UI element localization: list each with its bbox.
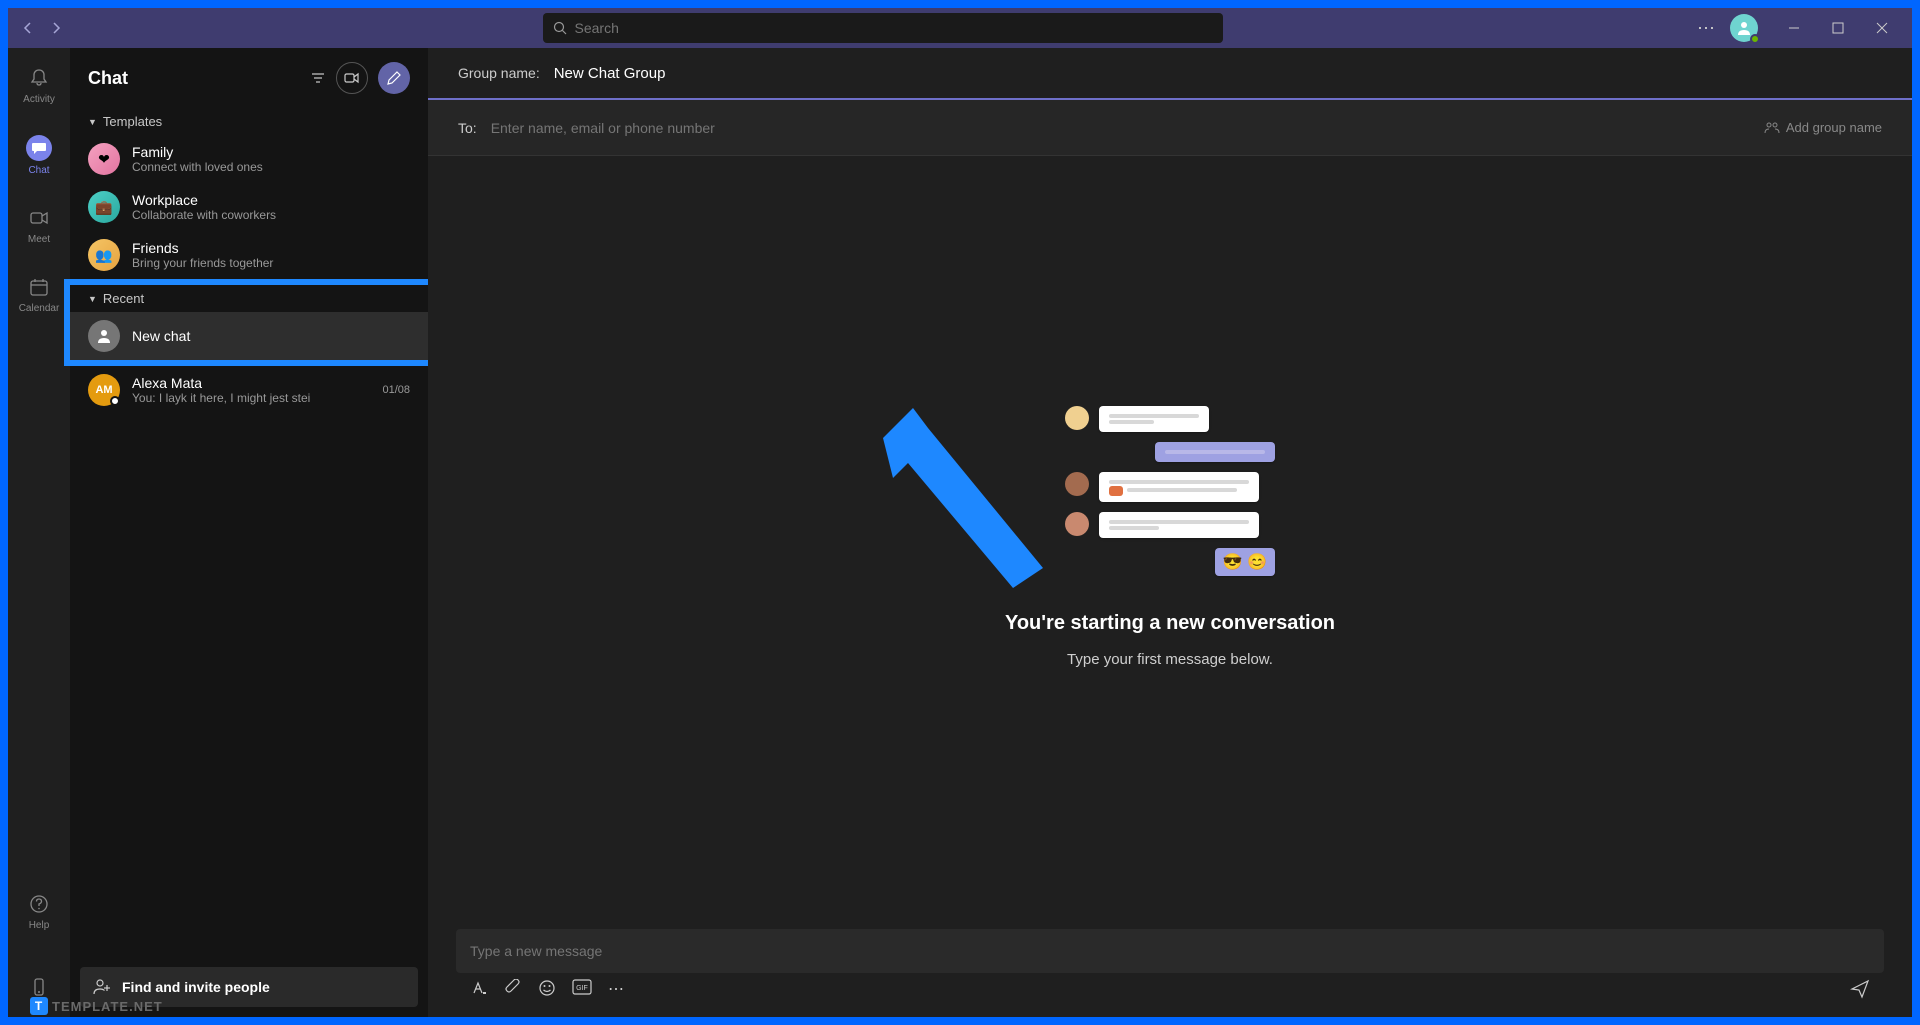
attach-button[interactable] [504, 979, 522, 999]
search-icon [553, 21, 567, 35]
help-icon [27, 892, 51, 916]
chat-item-title: Alexa Mata [132, 375, 370, 391]
rail-meet[interactable]: Meet [8, 202, 70, 249]
group-name-row: Group name: [428, 48, 1912, 100]
friends-icon: 👥 [88, 239, 120, 271]
search-input[interactable] [575, 20, 1213, 36]
group-name-input[interactable] [554, 65, 1882, 82]
chat-list-panel: Chat ▼ Templates ❤ [70, 48, 428, 1017]
group-name-label: Group name: [458, 65, 540, 81]
message-input[interactable] [470, 943, 1870, 959]
titlebar: ⋯ [8, 8, 1912, 48]
find-invite-label: Find and invite people [122, 979, 270, 995]
empty-state-title: You're starting a new conversation [1005, 612, 1335, 635]
chat-item-title: New chat [132, 328, 410, 344]
family-icon: ❤ [88, 143, 120, 175]
conversation-illustration: 😎 😊 [1065, 406, 1275, 576]
app-rail: Activity Chat Meet Calendar [8, 48, 70, 1017]
nav-arrows [16, 16, 68, 40]
to-row: To: Add group name [428, 100, 1912, 156]
watermark-text: TEMPLATE.NET [52, 999, 163, 1014]
template-item-workplace[interactable]: 💼 Workplace Collaborate with coworkers [70, 183, 428, 231]
rail-chat[interactable]: Chat [8, 131, 70, 180]
rail-activity[interactable]: Activity [8, 62, 70, 109]
compose-box[interactable] [456, 929, 1884, 973]
template-desc: Connect with loved ones [132, 160, 410, 174]
add-group-name-label: Add group name [1786, 120, 1882, 135]
chat-icon [26, 135, 52, 161]
recent-section-label: Recent [103, 291, 144, 306]
workplace-icon: 💼 [88, 191, 120, 223]
recent-item-new-chat[interactable]: New chat [70, 312, 428, 360]
video-icon [27, 206, 51, 230]
rail-meet-label: Meet [28, 234, 50, 245]
emoji-button[interactable] [538, 979, 556, 999]
minimize-button[interactable] [1772, 9, 1816, 47]
template-item-family[interactable]: ❤ Family Connect with loved ones [70, 135, 428, 183]
forward-button[interactable] [44, 16, 68, 40]
search-box[interactable] [543, 13, 1223, 43]
watermark: T TEMPLATE.NET [30, 997, 163, 1015]
template-desc: Bring your friends together [132, 256, 410, 270]
template-icon: T [30, 997, 48, 1015]
send-button[interactable] [1850, 979, 1870, 999]
rail-help-label: Help [29, 920, 50, 931]
more-button[interactable]: ⋯ [1697, 18, 1716, 39]
recent-section-toggle[interactable]: ▼ Recent [70, 285, 428, 312]
annotation-highlight: ▼ Recent New chat [64, 279, 434, 366]
chat-item-time: 01/08 [382, 384, 410, 396]
filter-button[interactable] [310, 70, 326, 86]
rail-calendar-label: Calendar [19, 303, 60, 314]
profile-avatar[interactable] [1730, 14, 1758, 42]
template-title: Workplace [132, 192, 410, 208]
chat-list-header: Chat [70, 48, 428, 108]
gif-button[interactable]: GIF [572, 979, 592, 999]
meet-now-button[interactable] [336, 62, 368, 94]
rail-help[interactable]: Help [8, 888, 70, 935]
calendar-icon [27, 275, 51, 299]
recent-item-alexa[interactable]: AM Alexa Mata You: I layk it here, I mig… [70, 366, 428, 414]
chevron-down-icon: ▼ [88, 117, 97, 127]
conversation-view: Group name: To: Add group name [428, 48, 1912, 1017]
empty-state: 😎 😊 You're starting a new conversation T… [428, 156, 1912, 917]
chevron-down-icon: ▼ [88, 294, 97, 304]
template-title: Family [132, 144, 410, 160]
close-button[interactable] [1860, 9, 1904, 47]
to-label: To: [458, 120, 477, 136]
add-group-icon [1764, 120, 1780, 136]
template-item-friends[interactable]: 👥 Friends Bring your friends together [70, 231, 428, 279]
compose-area: GIF ⋯ [428, 917, 1912, 1017]
person-icon [1736, 20, 1752, 36]
presence-status-icon [1750, 34, 1760, 44]
to-input[interactable] [491, 120, 1764, 136]
template-desc: Collaborate with coworkers [132, 208, 410, 222]
format-button[interactable] [470, 979, 488, 999]
maximize-button[interactable] [1816, 9, 1860, 47]
more-compose-button[interactable]: ⋯ [608, 979, 624, 999]
templates-section-toggle[interactable]: ▼ Templates [70, 108, 428, 135]
chat-list-title: Chat [88, 68, 128, 89]
device-icon [27, 975, 51, 999]
emoji-smile: 😊 [1247, 554, 1267, 571]
rail-chat-label: Chat [28, 165, 49, 176]
template-title: Friends [132, 240, 410, 256]
empty-state-subtitle: Type your first message below. [1067, 651, 1273, 668]
add-people-icon [92, 977, 112, 997]
person-icon [88, 320, 120, 352]
rail-activity-label: Activity [23, 94, 55, 105]
chat-item-preview: You: I layk it here, I might jest stei [132, 391, 370, 405]
emoji-cool: 😎 [1223, 554, 1243, 571]
rail-calendar[interactable]: Calendar [8, 271, 70, 318]
svg-text:GIF: GIF [576, 985, 588, 992]
back-button[interactable] [16, 16, 40, 40]
add-group-name-button[interactable]: Add group name [1764, 120, 1882, 136]
new-chat-button[interactable] [378, 62, 410, 94]
templates-section-label: Templates [103, 114, 162, 129]
bell-icon [27, 66, 51, 90]
presence-offline-icon [110, 396, 120, 406]
